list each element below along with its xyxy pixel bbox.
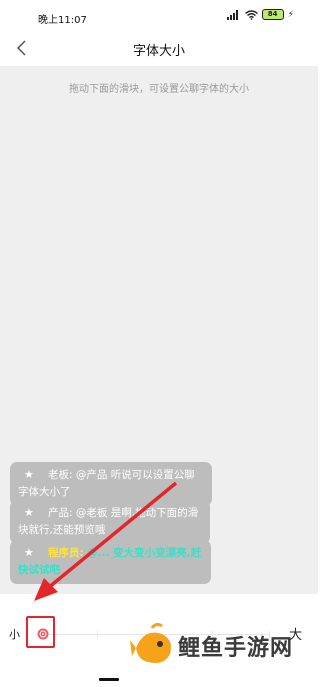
chat-preview: 拖动下面的滑块，可设置公聊字体的大小 ★ 老板: @产品 听说可以设置公聊字体大小…	[0, 66, 318, 594]
fish-logo-icon	[130, 622, 171, 663]
message-sender: 老板:	[48, 469, 73, 481]
page-title: 字体大小	[132, 44, 185, 59]
star-icon: ★	[24, 506, 34, 519]
message-sender: 产品:	[48, 507, 73, 519]
status-time: 晚上11:07	[38, 15, 87, 26]
label-small: 小	[9, 628, 20, 641]
battery-icon: 84	[261, 9, 284, 20]
star-icon: ★	[24, 546, 34, 559]
highlight-box	[26, 616, 55, 648]
charging-icon: ⚡	[287, 9, 294, 20]
hint-text: 拖动下面的滑块，可设置公聊字体的大小	[69, 84, 249, 95]
message-sender: 程序员:	[48, 547, 84, 559]
nav-bar: 字体大小	[0, 32, 318, 66]
status-bar: 晚上11:07 84 ⚡	[0, 0, 318, 32]
watermark-text: 鲤鱼手游网	[178, 636, 294, 661]
chat-message: ★ 程序员: @... 变大变小变漂亮,赶快试试吧	[10, 540, 211, 584]
status-icons: 84 ⚡	[226, 9, 294, 20]
star-icon: ★	[24, 468, 34, 481]
chat-message: ★ 产品: @老板 是啊,拖动下面的滑块就行,还能预览哦	[10, 500, 210, 544]
wifi-icon	[244, 9, 258, 20]
watermark-logo: 鲤鱼手游网	[130, 610, 315, 680]
cellular-signal-icon	[226, 9, 241, 20]
home-indicator	[99, 678, 119, 681]
